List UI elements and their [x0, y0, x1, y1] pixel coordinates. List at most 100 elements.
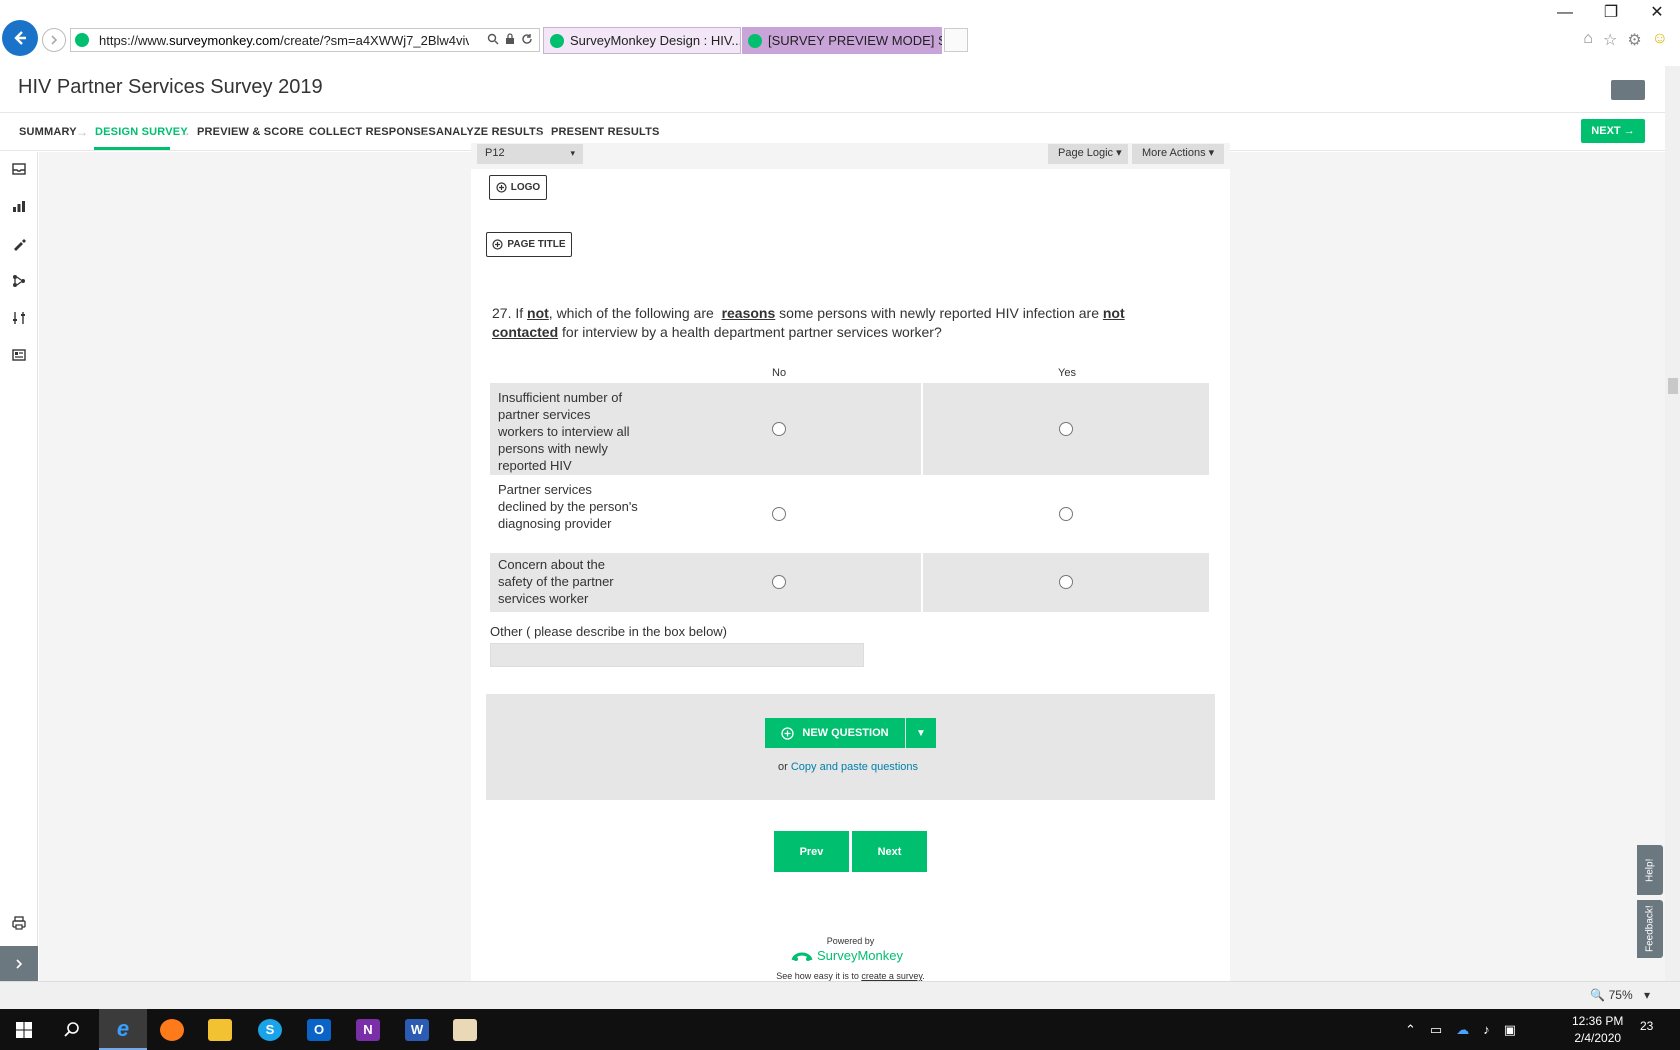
tab-summary[interactable]: SUMMARY: [19, 126, 77, 138]
onedrive-cloud-icon[interactable]: ☁: [1456, 1022, 1469, 1038]
powered-by-text: Powered by: [826, 936, 875, 946]
file-explorer-app[interactable]: [196, 1009, 244, 1050]
skype-icon: S: [258, 1018, 282, 1041]
tab-analyze-results[interactable]: ANALYZE RESULTS: [436, 126, 544, 138]
sliders-icon[interactable]: [10, 310, 28, 328]
prev-page-button[interactable]: Prev: [774, 831, 849, 872]
template-icon[interactable]: [10, 347, 28, 365]
expand-sidebar-button[interactable]: [0, 946, 38, 982]
tab-preview-score[interactable]: PREVIEW & SCORE: [197, 126, 304, 138]
volume-icon[interactable]: ♪: [1483, 1022, 1490, 1037]
tab-present-results[interactable]: PRESENT RESULTS: [551, 126, 660, 138]
matrix-row: Partner services declined by the person'…: [490, 475, 1209, 553]
smiley-icon[interactable]: ☺: [1652, 30, 1668, 50]
create-survey-link[interactable]: create a survey: [861, 971, 922, 981]
feedback-tab[interactable]: Feedback!: [1637, 900, 1663, 958]
copy-paste-questions-link[interactable]: Copy and paste questions: [791, 761, 918, 773]
survey-title: HIV Partner Services Survey 2019: [18, 76, 323, 98]
outlook-icon: O: [307, 1018, 331, 1041]
chevron-right-icon: →: [179, 125, 191, 139]
add-page-title-button[interactable]: PAGE TITLE: [486, 232, 572, 257]
zoom-level[interactable]: 🔍 75% ▾: [1590, 988, 1650, 1002]
radio-yes[interactable]: [1059, 575, 1073, 589]
help-tab[interactable]: Help!: [1637, 845, 1663, 895]
caret-down-icon: ▾: [570, 148, 575, 158]
notifications-badge[interactable]: 23: [1640, 1019, 1653, 1033]
new-tab-button[interactable]: [944, 28, 968, 52]
restore-button[interactable]: ❐: [1588, 0, 1634, 26]
back-button[interactable]: [2, 20, 38, 56]
chevron-right-icon: [16, 959, 23, 969]
other-label: Other ( please describe in the box below…: [490, 624, 728, 639]
battery-icon[interactable]: ▭: [1430, 1022, 1442, 1038]
windows-logo-icon: [16, 1021, 32, 1038]
copy-paste-line: or Copy and paste questions: [778, 761, 919, 773]
search-taskbar-button[interactable]: [48, 1009, 96, 1050]
new-question-button[interactable]: NEW QUESTION: [765, 718, 905, 748]
internet-explorer-app[interactable]: e: [99, 1009, 147, 1050]
caret-down-icon: ▾: [1643, 988, 1650, 1002]
radio-no[interactable]: [772, 507, 786, 521]
plus-circle-icon: [492, 239, 504, 250]
settings-gear-icon[interactable]: ⚙: [1627, 30, 1641, 50]
search-icon[interactable]: [487, 33, 499, 45]
chevron-up-icon[interactable]: ⌃: [1405, 1022, 1416, 1038]
refresh-icon[interactable]: [521, 33, 533, 45]
inbox-icon[interactable]: [10, 161, 28, 179]
favorites-star-icon[interactable]: ☆: [1603, 30, 1617, 50]
next-page-button[interactable]: Next: [852, 831, 927, 872]
page-scrollbar[interactable]: [1665, 66, 1680, 981]
matrix-row-label: Insufficient number of partner services …: [498, 390, 630, 473]
matrix-row-label: Concern about the safety of the partner …: [498, 557, 614, 606]
radio-yes[interactable]: [1059, 422, 1073, 436]
skype-app[interactable]: S: [246, 1009, 294, 1050]
word-app[interactable]: W: [393, 1009, 441, 1050]
tab-label: [SURVEY PREVIEW MODE] Surv...: [768, 33, 942, 48]
browser-icons: ⌂ ☆ ⚙ ☺: [1583, 30, 1668, 50]
browser-tab-design[interactable]: SurveyMonkey Design : HIV... ×: [543, 27, 741, 54]
question-text[interactable]: 27. If not, which of the following are r…: [492, 304, 1192, 342]
tab-design-survey[interactable]: DESIGN SURVEY: [95, 126, 188, 138]
zoom-icon: 🔍: [1590, 988, 1606, 1002]
surveymonkey-logo: SurveyMonkey: [791, 948, 903, 963]
chevron-right-icon: →: [289, 125, 301, 139]
radio-no[interactable]: [772, 575, 786, 589]
url-text: https://www.surveymonkey.com/create/?sm=…: [99, 32, 469, 48]
home-icon[interactable]: ⌂: [1583, 30, 1593, 50]
system-tray: ⌃ ▭ ☁ ♪ ▣: [1405, 1009, 1516, 1050]
logic-branch-icon[interactable]: [10, 273, 28, 291]
lock-icon[interactable]: [505, 33, 515, 45]
add-logo-button[interactable]: LOGO: [489, 175, 547, 200]
surveymonkey-favicon: [748, 33, 762, 48]
start-button[interactable]: [0, 1009, 48, 1050]
close-window-button[interactable]: ✕: [1634, 0, 1680, 26]
browser-tab-preview[interactable]: [SURVEY PREVIEW MODE] Surv...: [742, 27, 942, 54]
radio-yes[interactable]: [1059, 507, 1073, 521]
comments-icon[interactable]: [1611, 80, 1645, 100]
forward-button[interactable]: [42, 28, 66, 52]
folder-icon: [208, 1018, 232, 1041]
matrix-row: Concern about the safety of the partner …: [490, 553, 1209, 612]
network-icon[interactable]: ▣: [1504, 1022, 1516, 1038]
next-step-button[interactable]: NEXT →: [1581, 119, 1645, 143]
address-bar[interactable]: https://www.surveymonkey.com/create/?sm=…: [70, 28, 540, 52]
page-select-dropdown[interactable]: P12 ▾: [477, 144, 583, 164]
print-icon[interactable]: [10, 915, 28, 933]
other-text-input[interactable]: [490, 643, 864, 667]
plus-circle-icon: [496, 182, 507, 193]
firefox-app[interactable]: [148, 1009, 196, 1050]
minimize-button[interactable]: —: [1542, 0, 1588, 26]
firefox-icon: [160, 1018, 184, 1041]
page-logic-dropdown[interactable]: Page Logic ▾: [1048, 144, 1128, 164]
taskbar-clock[interactable]: 12:36 PM 2/4/2020: [1572, 1013, 1623, 1047]
brush-icon[interactable]: [10, 236, 28, 254]
radio-no[interactable]: [772, 422, 786, 436]
onenote-app[interactable]: N: [344, 1009, 392, 1050]
more-actions-dropdown[interactable]: More Actions ▾: [1132, 144, 1224, 164]
chart-icon[interactable]: [10, 198, 28, 216]
paint-app[interactable]: [441, 1009, 489, 1050]
new-question-dropdown-button[interactable]: ▼: [906, 718, 936, 748]
scrollbar-thumb[interactable]: [1668, 378, 1678, 394]
outlook-app[interactable]: O: [295, 1009, 343, 1050]
surveymonkey-logo-icon: [791, 952, 813, 961]
